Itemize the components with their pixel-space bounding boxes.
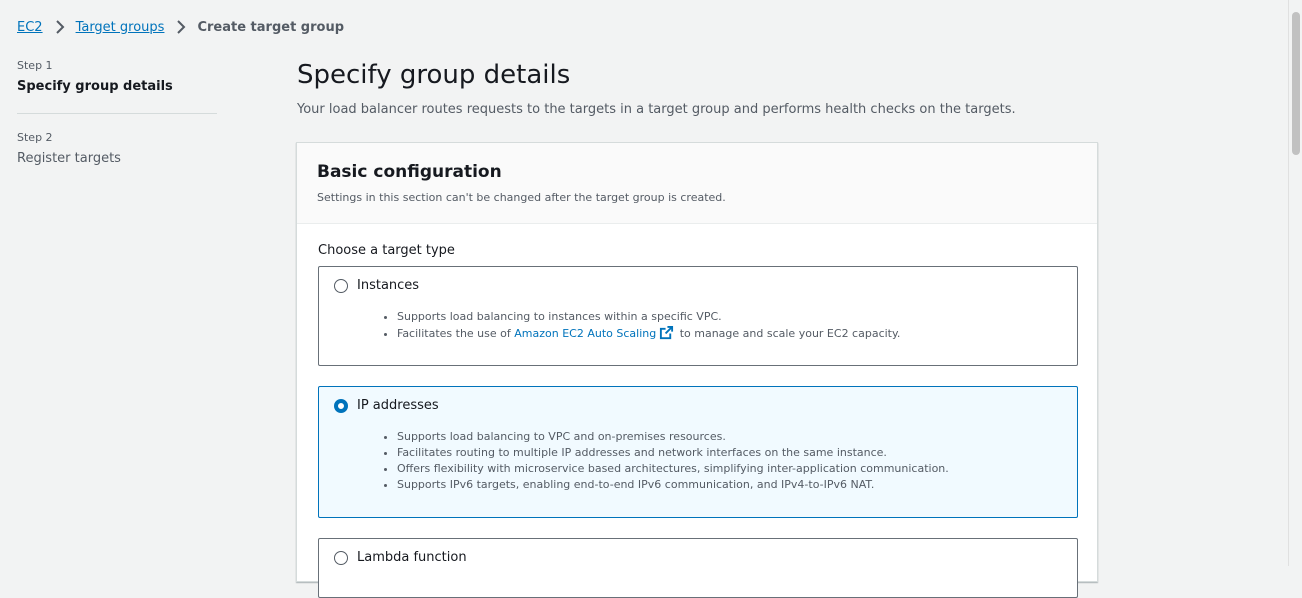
- panel-subtitle: Settings in this section can't be change…: [317, 191, 726, 204]
- bullet-item: Supports load balancing to instances wit…: [397, 309, 900, 325]
- option-label-lambda-function: Lambda function: [357, 550, 467, 565]
- step-title-register-targets[interactable]: Register targets: [17, 151, 217, 166]
- page-title: Specify group details: [297, 60, 571, 90]
- option-bullets: Supports load balancing to instances wit…: [381, 309, 900, 342]
- option-label-ip-addresses: IP addresses: [357, 398, 439, 413]
- breadcrumb-link-ec2[interactable]: EC2: [17, 20, 43, 35]
- step-number: Step 1: [17, 59, 53, 72]
- bullet-item: Offers flexibility with microservice bas…: [397, 461, 949, 477]
- target-type-option-ip-addresses[interactable]: IP addresses Supports load balancing to …: [318, 386, 1078, 518]
- page-scrollbar[interactable]: [1288, 0, 1302, 566]
- bullet-item: Supports load balancing to VPC and on-pr…: [397, 429, 949, 445]
- target-type-option-instances[interactable]: Instances Supports load balancing to ins…: [318, 266, 1078, 366]
- basic-configuration-panel: Basic configuration Settings in this sec…: [296, 142, 1098, 598]
- panel-header: Basic configuration Settings in this sec…: [297, 143, 1097, 224]
- radio-lambda-function[interactable]: [334, 550, 348, 565]
- option-bullets: Supports load balancing to VPC and on-pr…: [381, 429, 949, 493]
- radio-instances[interactable]: [334, 278, 348, 293]
- option-head: IP addresses: [334, 398, 439, 413]
- page-description: Your load balancer routes requests to th…: [297, 102, 1016, 117]
- target-type-label: Choose a target type: [318, 243, 455, 258]
- link-text[interactable]: Amazon EC2 Auto Scaling: [514, 327, 656, 340]
- chevron-right-icon: [55, 20, 64, 34]
- step-1: Step 1 Specify group details: [17, 59, 217, 94]
- option-head: Lambda function: [334, 550, 467, 565]
- step-number: Step 2: [17, 131, 53, 144]
- step-title-specify-group-details: Specify group details: [17, 79, 173, 94]
- scrollbar-thumb[interactable]: [1292, 12, 1300, 155]
- breadcrumb: EC2 Target groups Create target group: [17, 19, 344, 35]
- radio-ip-addresses[interactable]: [334, 398, 348, 413]
- bullet-item: Facilitates the use of Amazon EC2 Auto S…: [397, 325, 900, 342]
- breadcrumb-link-target-groups[interactable]: Target groups: [76, 20, 165, 35]
- breadcrumb-current: Create target group: [197, 19, 345, 35]
- step-2[interactable]: Step 2 Register targets: [17, 131, 217, 166]
- bullet-text-suffix: to manage and scale your EC2 capacity.: [676, 327, 901, 340]
- chevron-right-icon: [177, 20, 186, 34]
- bullet-item: Facilitates routing to multiple IP addre…: [397, 445, 949, 461]
- target-type-option-lambda-function[interactable]: Lambda function: [318, 538, 1078, 598]
- panel-title: Basic configuration: [317, 162, 502, 182]
- option-head: Instances: [334, 278, 419, 293]
- bullet-text-prefix: Facilitates the use of: [397, 327, 515, 340]
- amazon-ec2-auto-scaling-link[interactable]: Amazon EC2 Auto Scaling: [514, 325, 676, 340]
- step-divider: [17, 113, 217, 114]
- option-label-instances: Instances: [357, 278, 420, 293]
- external-link-icon: [660, 325, 674, 340]
- wizard-steps: Step 1 Specify group details Step 2 Regi…: [17, 59, 217, 166]
- bullet-item: Supports IPv6 targets, enabling end-to-e…: [397, 477, 949, 493]
